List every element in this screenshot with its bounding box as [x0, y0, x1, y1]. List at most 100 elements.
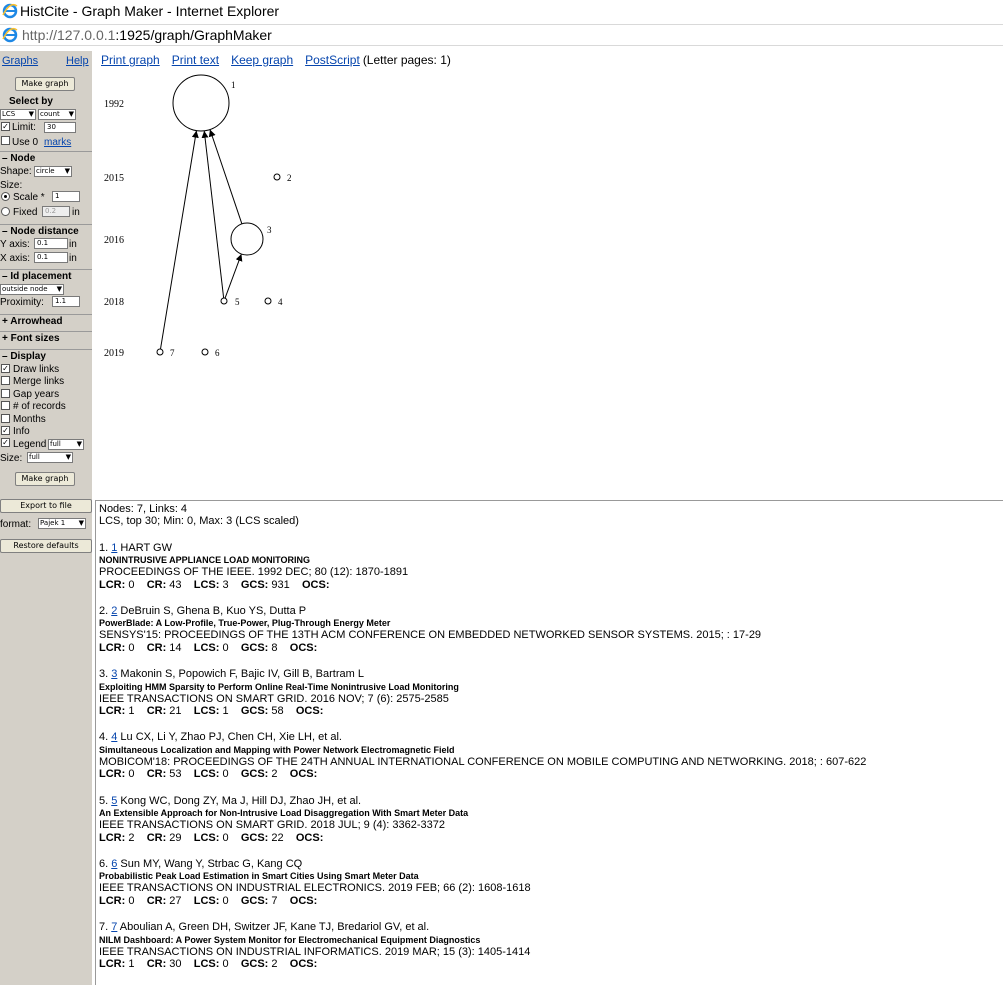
draw-links-checkbox[interactable]: ✓ — [1, 364, 10, 373]
metric-lcr: 0 — [125, 894, 141, 907]
record-title: Exploiting HMM Sparsity to Perform Onlin… — [99, 681, 459, 692]
metric-lcs: 0 — [219, 641, 235, 654]
xaxis-label: X axis: — [0, 253, 31, 264]
metric-ocs — [330, 579, 339, 591]
size-label: Size: — [0, 180, 23, 191]
node-1[interactable] — [172, 74, 230, 132]
node-label-2: 2 — [287, 173, 292, 183]
record-item: 6. 6 Sun MY, Wang Y, Strbac G, Kang CQ Pr… — [99, 858, 999, 907]
make-graph-button-bottom[interactable]: Make graph — [15, 472, 75, 486]
record-item: 1. 1 HART GW NONINTRUSIVE APPLIANCE LOAD … — [99, 542, 999, 591]
record-number: 1. — [99, 541, 112, 554]
make-graph-button-top[interactable]: Make graph — [15, 77, 75, 91]
node-2[interactable] — [273, 173, 281, 181]
record-metrics: LCR: 1 CR: 21 LCS: 1 GCS: 58 OCS: — [99, 705, 999, 717]
select-field-dropdown[interactable]: LCS ▼ — [0, 109, 36, 120]
graph-divider — [96, 500, 1003, 501]
info-label: Info — [13, 426, 30, 437]
metric-gcs: 7 — [268, 894, 284, 907]
node-section-header[interactable]: – Node — [0, 151, 92, 165]
xaxis-input[interactable]: 0.1 — [34, 252, 68, 263]
citation-graph: 1992 2015 2016 2018 2019 1 2 3 4 5 6 7 — [104, 74, 292, 359]
fixed-label: Fixed — [13, 207, 38, 218]
graphs-link[interactable]: Graphs — [2, 55, 38, 67]
size2-label: Size: — [0, 453, 23, 464]
use0-label: Use 0 — [12, 137, 39, 148]
metric-gcs: 8 — [268, 641, 284, 654]
legend-dropdown[interactable]: full ▼ — [48, 439, 84, 450]
node-7[interactable] — [156, 348, 164, 356]
metric-cr: 43 — [166, 578, 188, 591]
record-number: 7. — [99, 921, 112, 934]
node-5[interactable] — [220, 297, 228, 305]
gap-years-checkbox[interactable] — [1, 389, 10, 398]
address-bar[interactable]: http://127.0.0.1:1925/graph/GraphMaker — [0, 24, 1003, 46]
xaxis-unit: in — [69, 253, 77, 264]
metric-lcr: 2 — [125, 831, 141, 844]
address-url[interactable]: http://127.0.0.1:1925/graph/GraphMaker — [22, 25, 272, 45]
marks-link[interactable]: marks — [44, 137, 71, 148]
graph-nodes: 1 2 3 4 5 6 7 — [156, 74, 292, 358]
merge-links-checkbox[interactable] — [1, 376, 10, 385]
info-section: Nodes: 7, Links: 4 LCS, top 30; Min: 0, … — [99, 503, 999, 970]
record-item: 5. 5 Kong WC, Dong ZY, Ma J, Hill DJ, Zh… — [99, 795, 999, 844]
year-label-2019: 2019 — [104, 348, 124, 359]
help-link[interactable]: Help — [66, 55, 89, 67]
record-list: 1. 1 HART GW NONINTRUSIVE APPLIANCE LOAD … — [99, 542, 999, 971]
record-item: 2. 2 DeBruin S, Ghena B, Kuo YS, Dutta P… — [99, 605, 999, 654]
metric-lcr: 0 — [125, 578, 141, 591]
metric-gcs: 931 — [268, 578, 296, 591]
limit-checkbox[interactable]: ✓ — [1, 122, 10, 131]
node-distance-section-header[interactable]: – Node distance — [0, 224, 92, 238]
id-placement-dropdown[interactable]: outside node ▼ — [0, 284, 64, 295]
info-checkbox[interactable]: ✓ — [1, 426, 10, 435]
shape-dropdown[interactable]: circle ▼ — [34, 166, 72, 177]
export-button[interactable]: Export to file — [0, 499, 92, 513]
font-sizes-section-header[interactable]: + Font sizes — [0, 331, 92, 345]
format-dropdown[interactable]: Pajek 1 ▼ — [38, 518, 86, 529]
proximity-input[interactable]: 1.1 — [52, 296, 80, 307]
record-source: IEEE TRANSACTIONS ON INDUSTRIAL ELECTRON… — [99, 882, 531, 895]
metric-gcs: 2 — [268, 957, 284, 970]
select-mode-dropdown[interactable]: count ▼ — [38, 109, 76, 120]
legend-checkbox[interactable]: ✓ — [1, 438, 10, 447]
months-label: Months — [13, 414, 46, 425]
format-label: format: — [0, 519, 32, 530]
record-header: 7. 7 Aboulian A, Green DH, Switzer JF, K… — [99, 921, 999, 933]
limit-input[interactable]: 30 — [44, 122, 76, 133]
record-authors: Aboulian A, Green DH, Switzer JF, Kane T… — [117, 921, 430, 934]
graph-links — [159, 129, 243, 350]
node-6[interactable] — [201, 348, 209, 356]
node-label-7: 7 — [170, 348, 175, 358]
fixed-radio[interactable] — [1, 207, 10, 216]
months-checkbox[interactable] — [1, 414, 10, 423]
node-label-6: 6 — [215, 348, 220, 358]
record-item: 3. 3 Makonin S, Popowich F, Bajic IV, Gi… — [99, 668, 999, 717]
scale-input[interactable]: 1 — [52, 191, 80, 202]
restore-defaults-button[interactable]: Restore defaults — [0, 539, 92, 553]
arrowhead-section-header[interactable]: + Arrowhead — [0, 314, 92, 328]
graph-toolbar: Print graph Print text Keep graph PostScrip… — [101, 53, 451, 67]
id-placement-section-header[interactable]: – Id placement — [0, 269, 92, 283]
record-header: 2. 2 DeBruin S, Ghena B, Kuo YS, Dutta P — [99, 605, 999, 617]
record-header: 4. 4 Lu CX, Li Y, Zhao PJ, Chen CH, Xie … — [99, 731, 999, 743]
record-title: Simultaneous Localization and Mapping wi… — [99, 744, 455, 755]
size2-dropdown[interactable]: full ▼ — [27, 452, 73, 463]
scale-radio[interactable] — [1, 192, 10, 201]
print-graph-link[interactable]: Print graph — [101, 53, 160, 67]
metric-lcr: 1 — [125, 957, 141, 970]
keep-graph-link[interactable]: Keep graph — [231, 53, 293, 67]
print-text-link[interactable]: Print text — [172, 53, 219, 67]
display-section-header[interactable]: – Display — [0, 349, 92, 363]
metric-ocs — [317, 958, 326, 970]
node-3[interactable] — [230, 222, 264, 256]
node-4[interactable] — [264, 297, 272, 305]
use0-checkbox[interactable] — [1, 136, 10, 145]
num-records-checkbox[interactable] — [1, 401, 10, 410]
fixed-input[interactable]: 0.2 — [42, 206, 70, 217]
record-title: NILM Dashboard: A Power System Monitor f… — [99, 934, 481, 945]
postscript-link[interactable]: PostScript — [305, 53, 360, 67]
yaxis-input[interactable]: 0.1 — [34, 238, 68, 249]
record-authors: Sun MY, Wang Y, Strbac G, Kang CQ — [117, 857, 303, 870]
record-number: 5. — [99, 794, 112, 807]
